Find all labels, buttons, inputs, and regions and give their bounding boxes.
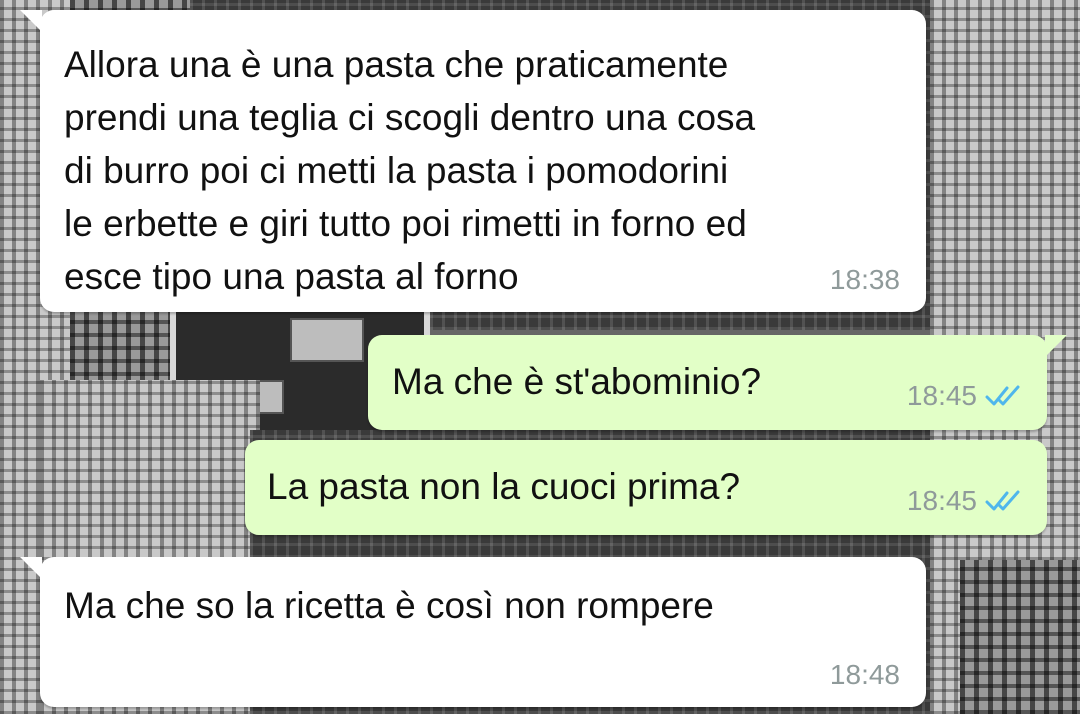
outgoing-message[interactable]: Ma che è st'abominio? 18:45 (368, 335, 1067, 430)
message-text: La pasta non la cuoci prima? (267, 466, 741, 507)
message-meta: 18:45 (907, 380, 1023, 412)
message-text: Ma che so la ricetta è così non rompere (64, 585, 714, 626)
incoming-message[interactable]: Ma che so la ricetta è così non rompere … (20, 557, 926, 707)
message-meta: 18:48 (830, 659, 900, 691)
outgoing-message[interactable]: La pasta non la cuoci prima? 18:45 (245, 440, 1047, 535)
incoming-message[interactable]: Allora una è una pasta che praticamente … (20, 10, 926, 312)
message-time: 18:48 (829, 659, 900, 690)
message-text: Allora una è una pasta che praticamente … (64, 44, 756, 297)
message-time: 18:45 (906, 485, 977, 516)
message-time: 18:45 (906, 380, 977, 411)
message-meta: 18:45 (907, 485, 1023, 517)
message-meta: 18:38 (830, 264, 900, 296)
message-time: 18:38 (829, 264, 900, 295)
double-check-read-icon (985, 385, 1020, 406)
double-check-read-icon (985, 490, 1020, 511)
message-text: Ma che è st'abominio? (392, 361, 762, 402)
